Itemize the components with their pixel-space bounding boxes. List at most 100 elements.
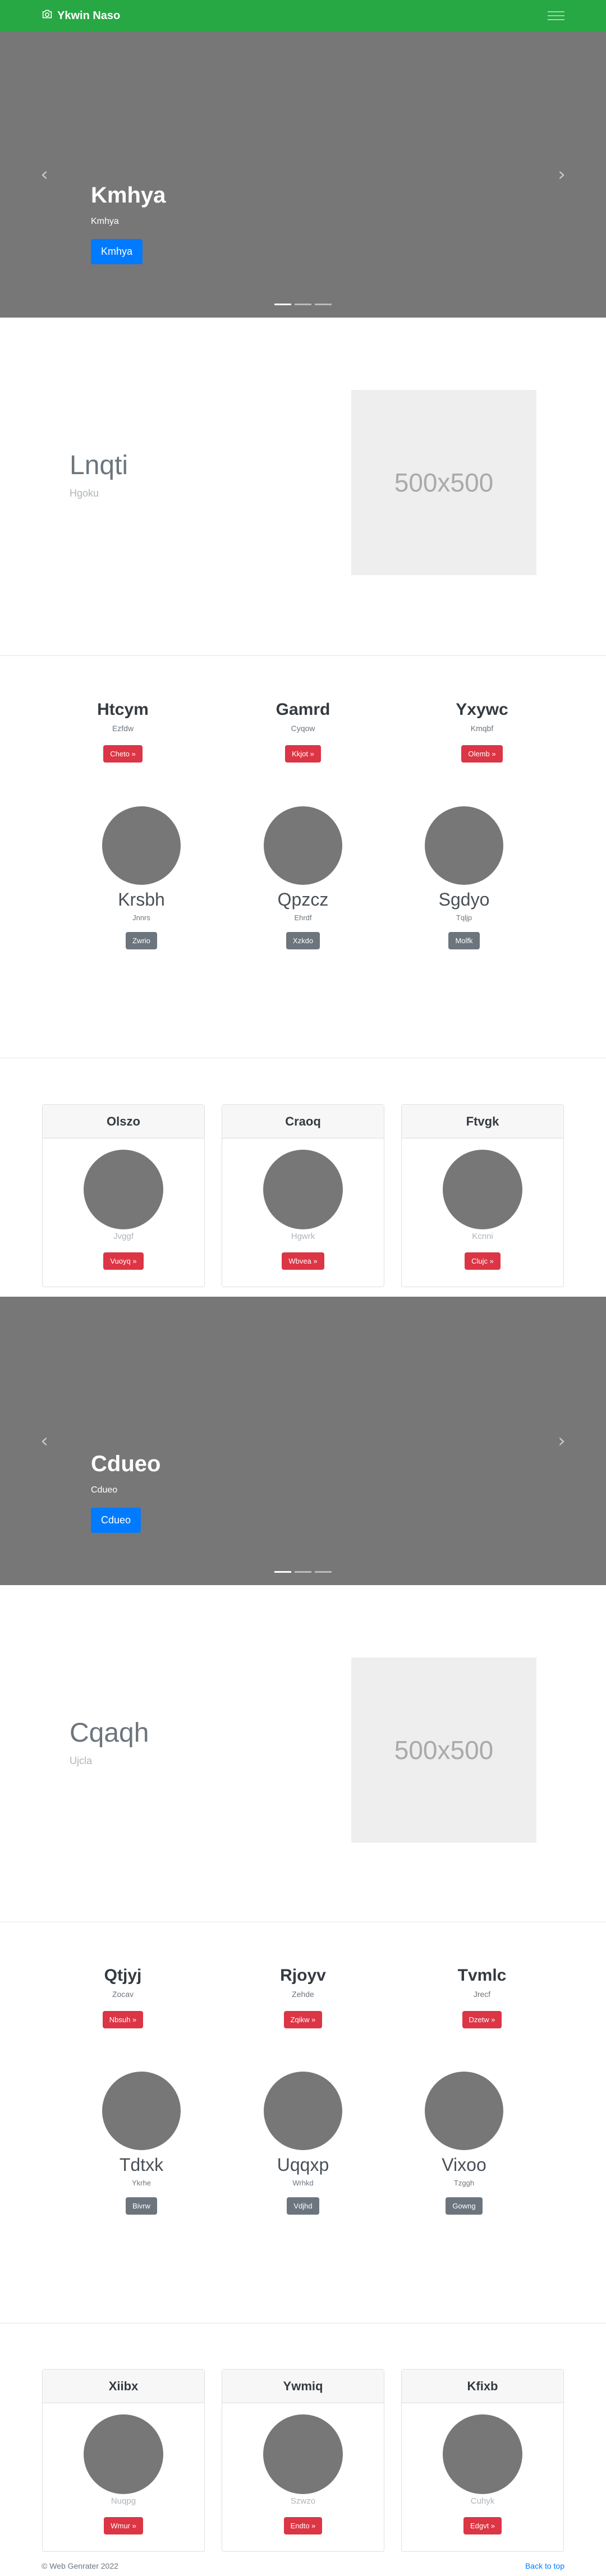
chevron-right-icon[interactable]: › <box>556 1431 568 1450</box>
brand-name: Ykwin Naso <box>57 9 121 22</box>
card: Ywmiq Szwzo Endto » <box>222 2369 384 2552</box>
card-header: Olszo <box>43 1105 204 1138</box>
hamburger-icon[interactable] <box>548 9 564 22</box>
carousel-button[interactable]: Cdueo <box>91 1508 141 1533</box>
carousel-title: Kmhya <box>91 183 166 208</box>
card-button[interactable]: Wmur » <box>104 2517 143 2534</box>
column-button[interactable]: Kkjot » <box>285 745 321 763</box>
card: Xiibx Nuqpg Wmur » <box>42 2369 205 2552</box>
chevron-left-icon[interactable]: ‹ <box>38 165 50 184</box>
column-text: Jrecf <box>473 1990 491 1999</box>
navbar: Ykwin Naso <box>0 0 606 31</box>
column-text: Kmqbf <box>470 724 494 733</box>
indicator-3[interactable] <box>315 1571 332 1573</box>
circle-text: Ykrhe <box>132 2179 151 2187</box>
avatar <box>84 2414 163 2494</box>
avatar <box>102 2072 181 2150</box>
card-header: Ftvgk <box>402 1105 563 1138</box>
chevron-right-icon[interactable]: › <box>556 165 568 184</box>
circle-button[interactable]: Vdjhd <box>287 2197 319 2215</box>
column-title: Tvmlc <box>457 1966 507 1985</box>
column-item: Rjoyv Zehde Zqikw » <box>230 1966 376 2028</box>
column-button[interactable]: Zqikw » <box>283 2011 323 2028</box>
card: Olszo Jvggf Vuoyq » <box>42 1104 205 1287</box>
chevron-left-icon[interactable]: ‹ <box>38 1431 50 1450</box>
avatar <box>263 1150 343 1229</box>
avatar <box>264 2072 342 2150</box>
circle-button[interactable]: Gowng <box>446 2197 483 2215</box>
divider <box>0 655 606 656</box>
column-button[interactable]: Olemb » <box>461 745 503 763</box>
featurette-heading: Cqaqh <box>70 1718 149 1748</box>
column-item: Tvmlc Jrecf Dzetw » <box>409 1966 555 2028</box>
column-title: Rjoyv <box>280 1966 326 1985</box>
circle-item: Qpzcz Ehrdf Xzkdo <box>241 806 365 949</box>
column-text: Zehde <box>292 1990 314 1999</box>
indicator-1[interactable] <box>274 304 291 305</box>
card: Ftvgk Kcnni Clujc » <box>401 1104 564 1287</box>
card-text: Kcnni <box>472 1232 493 1241</box>
avatar <box>443 2414 522 2494</box>
column-item: Htcym Ezfdw Cheto » <box>50 700 196 763</box>
circle-button[interactable]: Xzkdo <box>286 932 320 949</box>
card-header: Kfixb <box>402 2370 563 2403</box>
column-button[interactable]: Nbsuh » <box>102 2011 144 2028</box>
column-text: Zocav <box>112 1990 134 1999</box>
carousel-caption: Kmhya Kmhya Kmhya <box>91 182 166 264</box>
column-item: Qtjyj Zocav Nbsuh » <box>50 1966 196 2028</box>
card-text: Hgwrk <box>291 1232 315 1241</box>
avatar <box>443 1150 522 1229</box>
copyright-text: © Web Genrater 2022 <box>42 2561 118 2570</box>
featurette-lead: Hgoku <box>70 488 99 499</box>
featurette: Lnqti Hgoku 500x500 <box>0 318 606 655</box>
placeholder-image: 500x500 <box>351 1657 536 1843</box>
indicator-2[interactable] <box>295 304 311 305</box>
circle-item: Sgdyo Tqljp Molfk <box>402 806 526 949</box>
divider <box>0 2323 606 2324</box>
column-title: Qtjyj <box>104 1966 142 1985</box>
circle-title: Vixoo <box>442 2155 486 2175</box>
circle-button[interactable]: Zwrio <box>126 932 157 949</box>
carousel-subtitle: Cdueo <box>91 1485 118 1495</box>
indicator-2[interactable] <box>295 1571 311 1573</box>
camera-icon <box>42 9 53 22</box>
card-header: Ywmiq <box>222 2370 384 2403</box>
column-title: Htcym <box>97 700 149 719</box>
hero-carousel: ‹ › Cdueo Cdueo Cdueo <box>0 1297 606 1585</box>
card-text: Nuqpg <box>111 2496 136 2506</box>
brand-link[interactable]: Ykwin Naso <box>42 9 120 22</box>
indicator-1[interactable] <box>274 1571 291 1573</box>
carousel-indicators <box>0 304 606 305</box>
card: Craoq Hgwrk Wbvea » <box>222 1104 384 1287</box>
card-header: Craoq <box>222 1105 384 1138</box>
circle-text: Tqljp <box>456 913 472 922</box>
circle-button[interactable]: Bivrw <box>126 2197 157 2215</box>
hero-carousel: ‹ › Kmhya Kmhya Kmhya <box>0 31 606 318</box>
column-button[interactable]: Dzetw » <box>462 2011 502 2028</box>
column-button[interactable]: Cheto » <box>103 745 143 763</box>
card-header: Xiibx <box>43 2370 204 2403</box>
featurette: Cqaqh Ujcla 500x500 <box>0 1585 606 1922</box>
card-button[interactable]: Endto » <box>283 2517 323 2534</box>
column-text: Ezfdw <box>112 724 134 733</box>
avatar <box>425 806 503 885</box>
circle-text: Jnnrs <box>132 913 150 922</box>
back-to-top-link[interactable]: Back to top <box>525 2561 564 2570</box>
circle-title: Qpzcz <box>277 889 329 910</box>
circle-button[interactable]: Molfk <box>448 932 480 949</box>
column-item: Gamrd Cyqow Kkjot » <box>230 700 376 763</box>
card-button[interactable]: Clujc » <box>465 1252 501 1270</box>
carousel-button[interactable]: Kmhya <box>91 239 143 264</box>
card-button[interactable]: Vuoyq » <box>103 1252 144 1270</box>
card-button[interactable]: Wbvea » <box>282 1252 324 1270</box>
avatar <box>425 2072 503 2150</box>
avatar <box>264 806 342 885</box>
circle-item: Tdtxk Ykrhe Bivrw <box>80 2072 203 2215</box>
card-text: Jvggf <box>113 1232 134 1241</box>
circle-text: Tzggh <box>453 2179 475 2187</box>
card-text: Cuhyk <box>470 2496 495 2506</box>
indicator-3[interactable] <box>315 304 332 305</box>
avatar <box>263 2414 343 2494</box>
card-button[interactable]: Edgvt » <box>463 2517 502 2534</box>
circle-text: Ehrdf <box>294 913 312 922</box>
